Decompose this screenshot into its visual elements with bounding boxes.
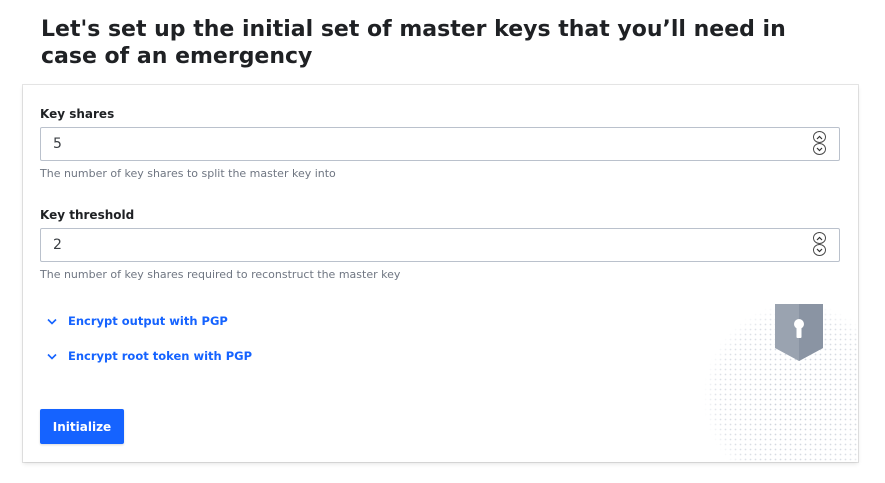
encrypt-output-pgp-toggle[interactable]: Encrypt output with PGP: [46, 314, 228, 328]
encrypt-output-pgp-label: Encrypt output with PGP: [68, 314, 228, 328]
vault-lock-shield-icon: [698, 302, 858, 462]
key-shares-spinner[interactable]: [813, 131, 826, 155]
encrypt-root-token-pgp-toggle[interactable]: Encrypt root token with PGP: [46, 349, 252, 363]
key-threshold-spinner[interactable]: [813, 232, 826, 256]
key-threshold-input[interactable]: [40, 228, 840, 262]
key-threshold-label: Key threshold: [40, 208, 135, 222]
chevron-down-icon: [46, 315, 58, 327]
init-form-card: Key shares The number of key shares to s…: [23, 85, 858, 462]
key-shares-help: The number of key shares to split the ma…: [40, 167, 336, 180]
key-shares-label: Key shares: [40, 107, 115, 121]
chevron-down-icon: [46, 350, 58, 362]
encrypt-root-token-pgp-label: Encrypt root token with PGP: [68, 349, 253, 363]
chevron-up-icon[interactable]: [813, 131, 826, 143]
chevron-up-icon[interactable]: [813, 232, 826, 244]
key-shares-input[interactable]: [40, 127, 840, 161]
chevron-down-icon[interactable]: [813, 244, 826, 256]
initialize-button[interactable]: Initialize: [40, 409, 124, 444]
key-threshold-help: The number of key shares required to rec…: [40, 268, 401, 281]
chevron-down-icon[interactable]: [813, 143, 826, 155]
page-title: Let's set up the initial set of master k…: [41, 17, 786, 69]
